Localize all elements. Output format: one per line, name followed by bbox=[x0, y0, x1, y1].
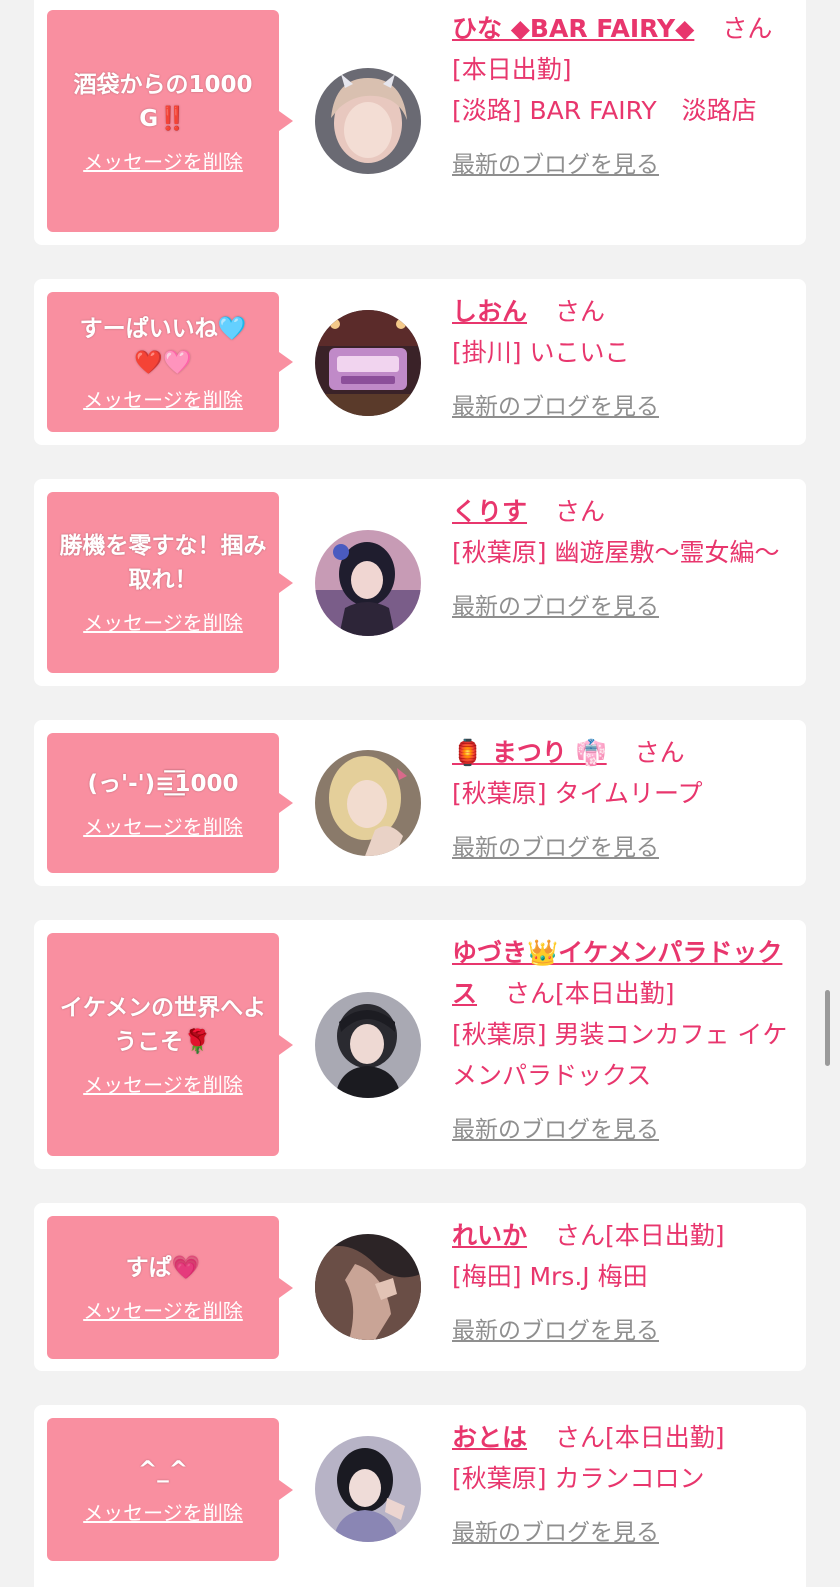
delete-message-link[interactable]: メッセージを削除 bbox=[83, 384, 243, 413]
avatar-photo bbox=[315, 1234, 421, 1340]
honorific: さん bbox=[554, 297, 605, 326]
latest-blog-link[interactable]: 最新のブログを見る bbox=[452, 145, 659, 179]
message-bubble: 酒袋からの1000G‼️ メッセージを削除 bbox=[47, 10, 293, 232]
cast-name-link[interactable]: くりす bbox=[452, 497, 527, 526]
message-text: すーぱいいね🩵❤️🩷 bbox=[79, 315, 247, 376]
cast-name-link[interactable]: 🏮 まつり 👘 bbox=[452, 738, 607, 767]
cast-name-link[interactable]: おとは bbox=[452, 1423, 527, 1452]
honorific: さん bbox=[554, 497, 605, 526]
message-card: すーぱいいね🩵❤️🩷 メッセージを削除 しおん さん [掛川] いこいこ 最新の… bbox=[34, 279, 806, 445]
cast-info: 🏮 まつり 👘 さん [秋葉原] タイムリープ 最新のブログを見る bbox=[452, 732, 792, 862]
status-badge: [本日出勤] bbox=[604, 1423, 725, 1452]
status-badge: [本日出勤] bbox=[604, 1221, 725, 1250]
avatar[interactable] bbox=[315, 530, 421, 636]
shop-name: [秋葉原] 幽遊屋敷〜霊女編〜 bbox=[452, 538, 780, 567]
shop-name: [秋葉原] カランコロン bbox=[452, 1464, 705, 1493]
latest-blog-link[interactable]: 最新のブログを見る bbox=[452, 587, 659, 621]
avatar-photo bbox=[315, 750, 421, 856]
message-bubble: イケメンの世界へようこそ🌹 メッセージを削除 bbox=[47, 933, 293, 1156]
message-list: 酒袋からの1000G‼️ メッセージを削除 ひな ◆BAR FAIRY◆ さん … bbox=[0, 0, 840, 1587]
delete-message-link[interactable]: メッセージを削除 bbox=[83, 1497, 243, 1526]
avatar-photo bbox=[315, 1436, 421, 1542]
latest-blog-link[interactable]: 最新のブログを見る bbox=[452, 1311, 659, 1345]
message-card: 酒袋からの1000G‼️ メッセージを削除 ひな ◆BAR FAIRY◆ さん … bbox=[34, 0, 806, 245]
message-card: 勝機を零すな！掴み取れ！ メッセージを削除 くりす さん [秋葉原] 幽遊屋敷〜… bbox=[34, 479, 806, 686]
avatar-photo bbox=[315, 310, 421, 416]
cast-info: ゆづき👑イケメンパラドックス さん[本日出勤] [秋葉原] 男装コンカフェ イケ… bbox=[452, 932, 792, 1144]
message-text: すぱ💗 bbox=[125, 1255, 201, 1281]
honorific: さん bbox=[504, 979, 555, 1008]
cast-info: おとは さん[本日出勤] [秋葉原] カランコロン 最新のブログを見る bbox=[452, 1417, 792, 1547]
delete-message-link[interactable]: メッセージを削除 bbox=[83, 146, 243, 175]
avatar[interactable] bbox=[315, 310, 421, 416]
delete-message-link[interactable]: メッセージを削除 bbox=[83, 811, 243, 840]
message-card: ^_^ メッセージを削除 おとは さん[本日出勤] [秋葉原] カランコロン 最… bbox=[34, 1405, 806, 1587]
latest-blog-link[interactable]: 最新のブログを見る bbox=[452, 1513, 659, 1547]
message-card: すぱ💗 メッセージを削除 れいか さん[本日出勤] [梅田] Mrs.J 梅田 … bbox=[34, 1203, 806, 1371]
shop-name: [掛川] いこいこ bbox=[452, 338, 630, 367]
message-bubble: すぱ💗 メッセージを削除 bbox=[47, 1216, 293, 1359]
status-badge: [本日出勤] bbox=[452, 55, 572, 84]
message-card: イケメンの世界へようこそ🌹 メッセージを削除 ゆづき👑イケメンパラドックス さん… bbox=[34, 920, 806, 1169]
cast-info: れいか さん[本日出勤] [梅田] Mrs.J 梅田 最新のブログを見る bbox=[452, 1215, 792, 1345]
message-bubble: ^_^ メッセージを削除 bbox=[47, 1418, 293, 1561]
shop-name: [淡路] BAR FAIRY 淡路店 bbox=[452, 96, 757, 125]
avatar-photo bbox=[315, 530, 421, 636]
message-text: (っ'-')≡͟͟͞͞1000 bbox=[87, 770, 239, 797]
latest-blog-link[interactable]: 最新のブログを見る bbox=[452, 1110, 659, 1144]
avatar[interactable] bbox=[315, 68, 421, 174]
message-bubble: すーぱいいね🩵❤️🩷 メッセージを削除 bbox=[47, 292, 293, 432]
honorific: さん bbox=[554, 1221, 605, 1250]
avatar[interactable] bbox=[315, 1234, 421, 1340]
shop-name: [梅田] Mrs.J 梅田 bbox=[452, 1262, 648, 1291]
cast-name-link[interactable]: ひな ◆BAR FAIRY◆ bbox=[452, 14, 694, 43]
honorific: さん bbox=[554, 1423, 605, 1452]
message-text: 酒袋からの1000G‼️ bbox=[73, 71, 253, 132]
message-text: 勝機を零すな！掴み取れ！ bbox=[59, 533, 267, 593]
avatar[interactable] bbox=[315, 992, 421, 1098]
shop-name: [秋葉原] タイムリープ bbox=[452, 779, 703, 808]
message-text: ^_^ bbox=[137, 1457, 189, 1483]
scrollbar[interactable] bbox=[825, 990, 830, 1066]
cast-name-link[interactable]: しおん bbox=[452, 297, 527, 326]
status-badge: [本日出勤] bbox=[554, 979, 675, 1008]
delete-message-link[interactable]: メッセージを削除 bbox=[83, 1069, 243, 1098]
avatar-photo bbox=[315, 992, 421, 1098]
cast-info: くりす さん [秋葉原] 幽遊屋敷〜霊女編〜 最新のブログを見る bbox=[452, 491, 792, 621]
avatar-photo bbox=[315, 68, 421, 174]
message-text: イケメンの世界へようこそ🌹 bbox=[59, 995, 267, 1055]
honorific: さん bbox=[722, 14, 773, 43]
message-bubble: 勝機を零すな！掴み取れ！ メッセージを削除 bbox=[47, 492, 293, 673]
message-card: (っ'-')≡͟͟͞͞1000 メッセージを削除 🏮 まつり 👘 さん [秋葉原… bbox=[34, 720, 806, 886]
shop-name: [秋葉原] 男装コンカフェ イケメンパラドックス bbox=[452, 1020, 788, 1090]
honorific: さん bbox=[634, 738, 685, 767]
avatar[interactable] bbox=[315, 1436, 421, 1542]
delete-message-link[interactable]: メッセージを削除 bbox=[83, 1295, 243, 1324]
latest-blog-link[interactable]: 最新のブログを見る bbox=[452, 387, 659, 421]
cast-name-link[interactable]: れいか bbox=[452, 1221, 527, 1250]
cast-info: ひな ◆BAR FAIRY◆ さん [本日出勤] [淡路] BAR FAIRY … bbox=[452, 8, 792, 179]
message-bubble: (っ'-')≡͟͟͞͞1000 メッセージを削除 bbox=[47, 733, 293, 873]
delete-message-link[interactable]: メッセージを削除 bbox=[83, 607, 243, 636]
cast-info: しおん さん [掛川] いこいこ 最新のブログを見る bbox=[452, 291, 792, 421]
avatar[interactable] bbox=[315, 750, 421, 856]
latest-blog-link[interactable]: 最新のブログを見る bbox=[452, 828, 659, 862]
